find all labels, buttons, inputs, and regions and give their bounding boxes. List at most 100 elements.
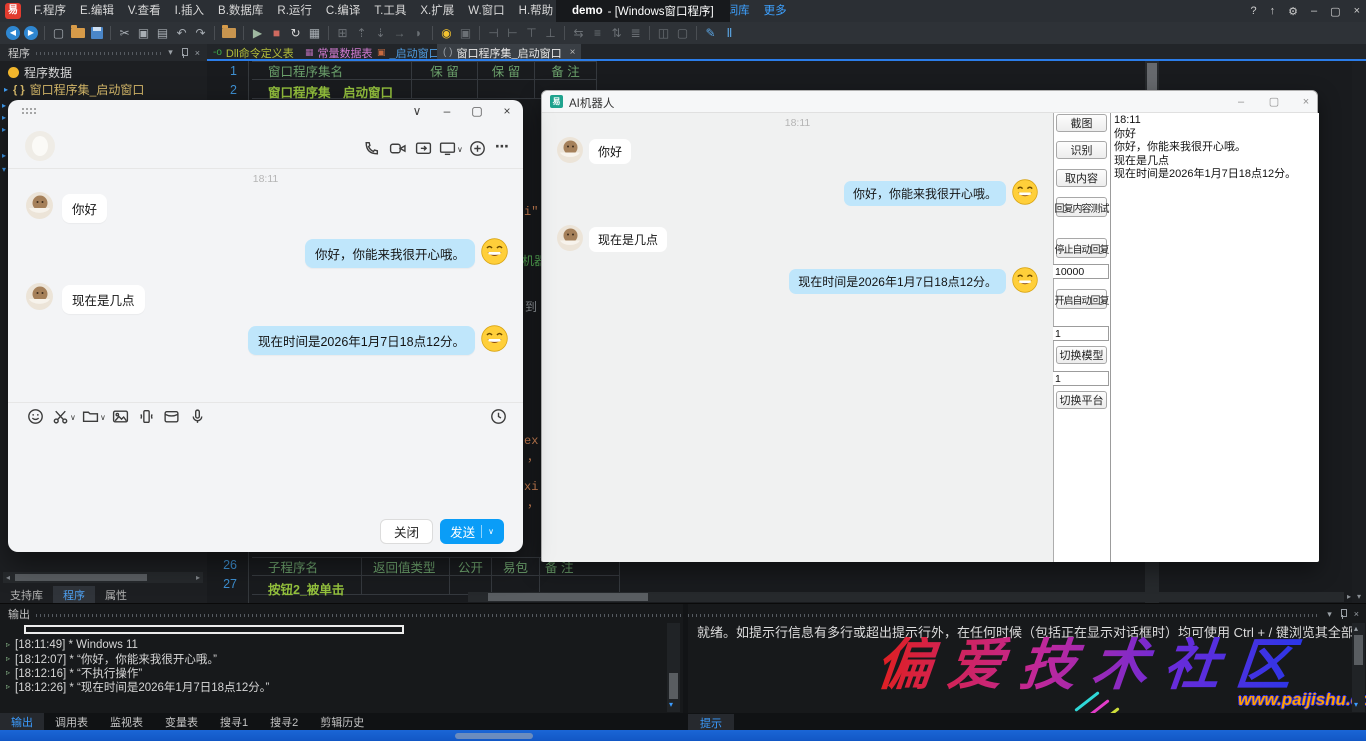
menu-extend[interactable]: X.扩展 — [413, 0, 461, 22]
emoji-icon[interactable] — [27, 408, 44, 425]
chevron-down-icon[interactable]: ▾ — [168, 47, 173, 58]
scrollbar-thumb[interactable] — [669, 673, 678, 699]
sidebar-horizontal-scrollbar[interactable]: ◂ ▸ — [3, 572, 203, 583]
size-same-icon[interactable]: ◫ — [654, 24, 673, 42]
tree-item-window-program-set[interactable]: ▸ { } 窗口程序集_启动窗口 — [4, 81, 144, 98]
align-right-icon[interactable]: ⊢ — [503, 24, 522, 42]
interval-input[interactable] — [1053, 264, 1109, 279]
output-scrollbar[interactable]: ▾ — [667, 623, 680, 712]
more-icon[interactable]: ⋯ — [495, 138, 509, 155]
menu-tools[interactable]: T.工具 — [367, 0, 413, 22]
scrollbar-thumb[interactable] — [15, 574, 147, 581]
color-picker-icon[interactable]: ✎ — [701, 24, 720, 42]
scroll-down-icon[interactable]: ▾ — [1354, 700, 1358, 709]
menu-view[interactable]: V.查看 — [121, 0, 168, 22]
red-packet-icon[interactable] — [163, 408, 180, 425]
maximize-button[interactable]: ▢ — [468, 103, 486, 119]
close-button[interactable]: × — [1354, 5, 1360, 17]
close-button[interactable]: × — [498, 103, 516, 119]
tab-search1[interactable]: 搜寻1 — [209, 713, 259, 731]
remote-desktop-icon[interactable] — [439, 140, 456, 157]
pin-icon[interactable] — [1339, 609, 1347, 619]
peer-avatar[interactable] — [26, 283, 53, 315]
menu-compile[interactable]: C.编译 — [319, 0, 368, 22]
self-avatar[interactable] — [481, 325, 508, 357]
paste-icon[interactable]: ▤ — [153, 24, 172, 42]
forward-icon[interactable]: ▶ — [24, 26, 38, 40]
start-auto-reply-button[interactable]: 开启自动回复 — [1056, 289, 1107, 309]
peer-avatar[interactable] — [25, 131, 55, 166]
close-button[interactable]: × — [1297, 94, 1315, 110]
tab-call-table[interactable]: 调用表 — [44, 713, 99, 731]
menu-more[interactable]: 更多 — [757, 0, 794, 22]
tab-program[interactable]: 程序 — [53, 586, 95, 604]
search-folder-icon[interactable] — [222, 28, 236, 38]
move-down-icon[interactable]: ⇣ — [371, 24, 390, 42]
history-icon[interactable] — [490, 408, 507, 425]
chevron-down-icon[interactable]: ▾ — [2, 165, 6, 174]
pin-icon[interactable] — [180, 48, 188, 58]
snippet-icon[interactable]: ▣ — [456, 24, 475, 42]
ai-log-textarea[interactable]: 18:11 你好 你好，你能来我很开心哦。 现在是几点 现在时间是2026年1月… — [1110, 113, 1319, 562]
restart-icon[interactable]: ↻ — [286, 24, 305, 42]
new-file-icon[interactable]: ▢ — [49, 24, 68, 42]
scroll-right-icon[interactable]: ▸ — [193, 573, 203, 582]
tab-variable-table[interactable]: 变量表 — [154, 713, 209, 731]
minimize-button[interactable]: – — [1311, 5, 1317, 17]
menu-insert[interactable]: I.插入 — [168, 0, 211, 22]
move-up-icon[interactable]: ⇡ — [352, 24, 371, 42]
model-index-input[interactable] — [1053, 326, 1109, 341]
tab-support-lib[interactable]: 支持库 — [0, 586, 53, 604]
size-grid-icon[interactable]: ▢ — [673, 24, 692, 42]
microphone-icon[interactable] — [189, 408, 206, 425]
hint-scrollbar[interactable]: ▴ ▾ — [1352, 623, 1365, 712]
stop-auto-reply-button[interactable]: 停止自动回复 — [1056, 238, 1107, 258]
add-icon[interactable] — [469, 140, 486, 157]
stop-icon[interactable]: ■ — [267, 24, 286, 42]
scroll-down-icon[interactable]: ▾ — [669, 700, 673, 709]
screenshot-icon[interactable] — [52, 408, 69, 425]
tab-clip-history[interactable]: 剪辑历史 — [309, 713, 375, 731]
editor-horizontal-scrollbar[interactable] — [468, 592, 1344, 602]
align-left-icon[interactable]: ⊣ — [484, 24, 503, 42]
send-button[interactable]: 发送 ∨ — [440, 519, 504, 544]
build-icon[interactable]: ▦ — [305, 24, 324, 42]
chevron-down-icon[interactable]: ∨ — [70, 413, 76, 422]
menu-program[interactable]: F.程序 — [27, 0, 73, 22]
platform-index-input[interactable] — [1053, 371, 1109, 386]
open-folder-icon[interactable] — [71, 28, 85, 38]
chevron-right-icon[interactable]: ▸ — [4, 85, 8, 94]
switch-platform-button[interactable]: 切换平台 — [1056, 391, 1107, 409]
nudge-icon[interactable] — [138, 408, 155, 425]
screen-share-icon[interactable] — [415, 140, 432, 157]
back-icon[interactable]: ◀ — [6, 26, 20, 40]
cut-icon[interactable]: ✂ — [115, 24, 134, 42]
tab-watch-table[interactable]: 监视表 — [99, 713, 154, 731]
scroll-right-icon[interactable]: ▸ — [1347, 592, 1351, 601]
menu-window[interactable]: W.窗口 — [461, 0, 511, 22]
chevron-down-icon[interactable]: ▾ — [1327, 609, 1332, 620]
scrollbar-thumb[interactable] — [1354, 635, 1363, 665]
image-icon[interactable] — [112, 408, 129, 425]
save-icon[interactable] — [91, 27, 103, 39]
help-icon[interactable]: ? — [1251, 5, 1257, 17]
run-icon[interactable]: ▶ — [248, 24, 267, 42]
swap-v-icon[interactable]: ⇅ — [607, 24, 626, 42]
menu-help[interactable]: H.帮助 — [512, 0, 561, 22]
file-icon[interactable] — [82, 408, 99, 425]
minimize-button[interactable]: – — [438, 103, 456, 119]
recognize-button[interactable]: 识别 — [1056, 141, 1107, 159]
equal-v-icon[interactable]: ≣ — [626, 24, 645, 42]
close-panel-icon[interactable]: × — [1354, 609, 1359, 619]
undo-icon[interactable]: ↶ — [172, 24, 191, 42]
tab-output[interactable]: 输出 — [0, 713, 44, 731]
chevron-down-icon[interactable]: ∨ — [457, 145, 463, 154]
menu-edit[interactable]: E.编辑 — [73, 0, 121, 22]
minimize-button[interactable]: – — [1232, 94, 1250, 110]
chevron-right-icon[interactable]: ▸ — [2, 151, 6, 160]
voice-call-icon[interactable] — [363, 140, 380, 157]
align-top-icon[interactable]: ⊤ — [522, 24, 541, 42]
breakpoint-icon[interactable]: ◗ — [409, 24, 428, 42]
scroll-up-icon[interactable]: ▴ — [1354, 624, 1358, 633]
chevron-down-icon[interactable]: ∨ — [100, 413, 106, 422]
